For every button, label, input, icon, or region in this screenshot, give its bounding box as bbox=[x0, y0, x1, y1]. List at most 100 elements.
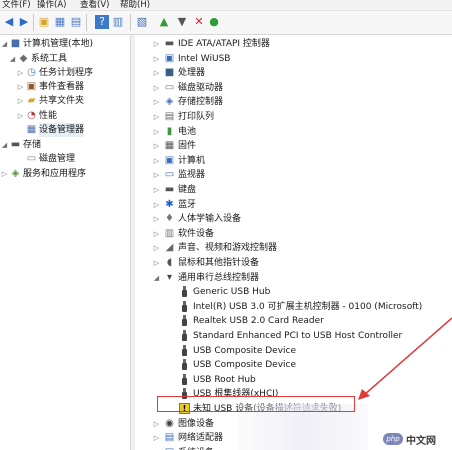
menu-bar: 文件(F) 操作(A) 查看(V) 帮助(H) bbox=[0, 0, 452, 11]
usb-icon bbox=[182, 330, 187, 341]
expand-arrow-icon[interactable]: ▷ bbox=[1, 167, 8, 181]
device-label: USB Root Hub bbox=[193, 375, 256, 385]
console-tree-item[interactable]: ▷ ▣ 事件查看器 bbox=[0, 80, 128, 94]
device-label: 计算机 bbox=[178, 156, 206, 166]
device-tree: ▷ ▬ IDE ATA/ATAPI 控制器 ▷ ▣ Intel WiUSB ▷ ■ 处理器 ▷ ▭ 磁… bbox=[135, 35, 452, 450]
console-tree-item[interactable]: ◢ ■ 计算机管理(本地) bbox=[0, 37, 128, 51]
expand-arrow-icon[interactable]: ▷ bbox=[153, 212, 160, 226]
console-tree-item[interactable]: ▷ ◷ 任务计划程序 bbox=[0, 66, 128, 80]
computer-icon: ▣ bbox=[164, 155, 175, 166]
expand-arrow-icon[interactable]: ▷ bbox=[153, 431, 160, 445]
device-category-item[interactable]: ▷ ▭ 磁盘驱动器 bbox=[135, 81, 452, 95]
imaging-icon: ◉ bbox=[165, 418, 174, 429]
device-category-item[interactable]: ▷ ▣ Intel WiUSB bbox=[135, 52, 452, 66]
disable-device-icon[interactable]: ▼ bbox=[175, 15, 189, 29]
usb-device-item[interactable]: USB Root Hub bbox=[135, 373, 452, 387]
menu-help[interactable]: 帮助(H) bbox=[120, 0, 150, 10]
console-tree-item[interactable]: ▦ 设备管理器 bbox=[0, 123, 128, 137]
expand-arrow-icon[interactable]: ▷ bbox=[153, 198, 160, 212]
expand-arrow-icon[interactable]: ▷ bbox=[153, 37, 160, 51]
event-viewer-icon: ▣ bbox=[26, 81, 37, 92]
sound-icon: ◢ bbox=[165, 242, 174, 253]
device-manager-icon: ▦ bbox=[26, 124, 37, 135]
expand-arrow-icon[interactable]: ▷ bbox=[153, 154, 160, 168]
expand-arrow-icon[interactable]: ▷ bbox=[17, 80, 24, 94]
expand-arrow-icon[interactable]: ▷ bbox=[153, 95, 160, 109]
php-logo: php bbox=[383, 433, 403, 445]
expand-arrow-icon[interactable]: ▷ bbox=[17, 109, 24, 123]
scan-hardware-icon[interactable]: ▧ bbox=[135, 15, 149, 29]
device-category-item[interactable]: ◢ ▾ 通用串行总线控制器 bbox=[135, 271, 452, 285]
device-label: 声音、视频和游戏控制器 bbox=[178, 243, 278, 253]
device-category-item[interactable]: ▷ ♦ 人体学输入设备 bbox=[135, 212, 452, 226]
device-label: 打印队列 bbox=[178, 112, 215, 122]
expand-arrow-icon[interactable]: ▷ bbox=[17, 66, 24, 80]
expand-arrow-icon[interactable]: ▷ bbox=[153, 417, 160, 431]
enable-device-icon[interactable]: ● bbox=[207, 15, 221, 29]
device-category-item[interactable]: ▷ ▤ 打印队列 bbox=[135, 110, 452, 124]
menu-view[interactable]: 查看(V) bbox=[80, 0, 109, 10]
network-adapter-icon: ▤ bbox=[164, 432, 175, 443]
console-tree-item[interactable]: ▭ 磁盘管理 bbox=[0, 152, 128, 166]
usb-device-item[interactable]: Intel(R) USB 3.0 可扩展主机控制器 - 0100 (Micros… bbox=[135, 300, 452, 314]
device-category-item[interactable]: ▷ ■ 处理器 bbox=[135, 66, 452, 80]
expand-arrow-icon[interactable]: ▷ bbox=[153, 227, 160, 241]
console-tree-item[interactable]: ▷ ◈ 服务和应用程序 bbox=[0, 167, 128, 181]
usb-device-item[interactable]: Generic USB Hub bbox=[135, 285, 452, 299]
console-tree-item[interactable]: ▷ ▰ 共享文件夹 bbox=[0, 94, 128, 108]
device-category-item[interactable]: ▷ ▮ 电池 bbox=[135, 125, 452, 139]
expand-arrow-icon[interactable]: ▷ bbox=[153, 110, 160, 124]
device-label: USB Composite Device bbox=[193, 346, 297, 356]
device-category-item[interactable]: ▷ ▬ 键盘 bbox=[135, 183, 452, 197]
storage-controller-icon: ◈ bbox=[165, 96, 174, 107]
expand-arrow-icon[interactable]: ▷ bbox=[153, 139, 160, 153]
uninstall-device-icon[interactable]: ✕ bbox=[192, 15, 206, 29]
help-icon[interactable]: ? bbox=[95, 15, 109, 29]
collapse-arrow-icon[interactable]: ◢ bbox=[1, 37, 8, 51]
expand-arrow-icon[interactable]: ▷ bbox=[153, 125, 160, 139]
device-category-item[interactable]: ▷ ◢ 声音、视频和游戏控制器 bbox=[135, 241, 452, 255]
device-category-item[interactable]: ▷ ◈ 存储控制器 bbox=[135, 95, 452, 109]
expand-arrow-icon[interactable]: ▷ bbox=[153, 256, 160, 270]
menu-file[interactable]: 文件(F) bbox=[2, 0, 31, 10]
console-tree-label: 计算机管理(本地) bbox=[23, 39, 94, 49]
console-tree-label: 磁盘管理 bbox=[39, 154, 76, 164]
device-category-item[interactable]: ▷ ◖ 鼠标和其他指针设备 bbox=[135, 256, 452, 270]
update-driver-icon[interactable]: ▲ bbox=[157, 15, 171, 29]
expand-arrow-icon[interactable]: ▷ bbox=[153, 52, 160, 66]
expand-arrow-icon[interactable]: ▷ bbox=[153, 446, 160, 450]
console-tree-item[interactable]: ◢ ◆ 系统工具 bbox=[0, 52, 128, 66]
back-icon[interactable]: ◀ bbox=[2, 15, 16, 29]
expand-arrow-icon[interactable]: ▷ bbox=[153, 183, 160, 197]
expand-arrow-icon[interactable]: ▷ bbox=[153, 168, 160, 182]
usb-device-item[interactable]: USB Composite Device bbox=[135, 358, 452, 372]
forward-icon[interactable]: ▶ bbox=[17, 15, 31, 29]
console-tree-label: 共享文件夹 bbox=[39, 96, 85, 106]
menu-action[interactable]: 操作(A) bbox=[37, 0, 66, 10]
usb-device-item[interactable]: USB Composite Device bbox=[135, 344, 452, 358]
device-category-item[interactable]: ▷ ▦ 固件 bbox=[135, 139, 452, 153]
device-category-item[interactable]: ▷ ▭ 监视器 bbox=[135, 168, 452, 182]
device-category-item[interactable]: ▷ ▣ 计算机 bbox=[135, 154, 452, 168]
properties-icon[interactable]: ▤ bbox=[69, 15, 83, 29]
expand-arrow-icon[interactable]: ▷ bbox=[153, 241, 160, 255]
folder-up-icon[interactable]: ▣ bbox=[37, 15, 51, 29]
view-icon[interactable]: ▥ bbox=[111, 15, 125, 29]
device-category-item[interactable]: ▷ ✱ 蓝牙 bbox=[135, 198, 452, 212]
usb-icon bbox=[182, 301, 187, 312]
device-label: 固件 bbox=[178, 141, 197, 151]
console-tree-label: 事件查看器 bbox=[39, 82, 85, 92]
expand-arrow-icon[interactable]: ▷ bbox=[153, 66, 160, 80]
console-tree-item[interactable]: ◢ ▬ 存储 bbox=[0, 138, 128, 152]
usb-device-item[interactable]: Realtek USB 2.0 Card Reader bbox=[135, 314, 452, 328]
console-tree-item[interactable]: ▷ ◔ 性能 bbox=[0, 109, 128, 123]
device-category-item[interactable]: ▷ ▥ 软件设备 bbox=[135, 227, 452, 241]
expand-arrow-icon[interactable]: ▷ bbox=[17, 94, 24, 108]
expand-arrow-icon[interactable]: ▷ bbox=[153, 81, 160, 95]
usb-device-item[interactable]: Standard Enhanced PCI to USB Host Contro… bbox=[135, 329, 452, 343]
device-category-item[interactable]: ▷ ▬ IDE ATA/ATAPI 控制器 bbox=[135, 37, 452, 51]
collapse-arrow-icon[interactable]: ◢ bbox=[1, 138, 8, 152]
collapse-arrow-icon[interactable]: ◢ bbox=[9, 52, 16, 66]
collapse-arrow-icon[interactable]: ◢ bbox=[153, 271, 160, 285]
show-hide-tree-icon[interactable]: ▦ bbox=[53, 15, 67, 29]
